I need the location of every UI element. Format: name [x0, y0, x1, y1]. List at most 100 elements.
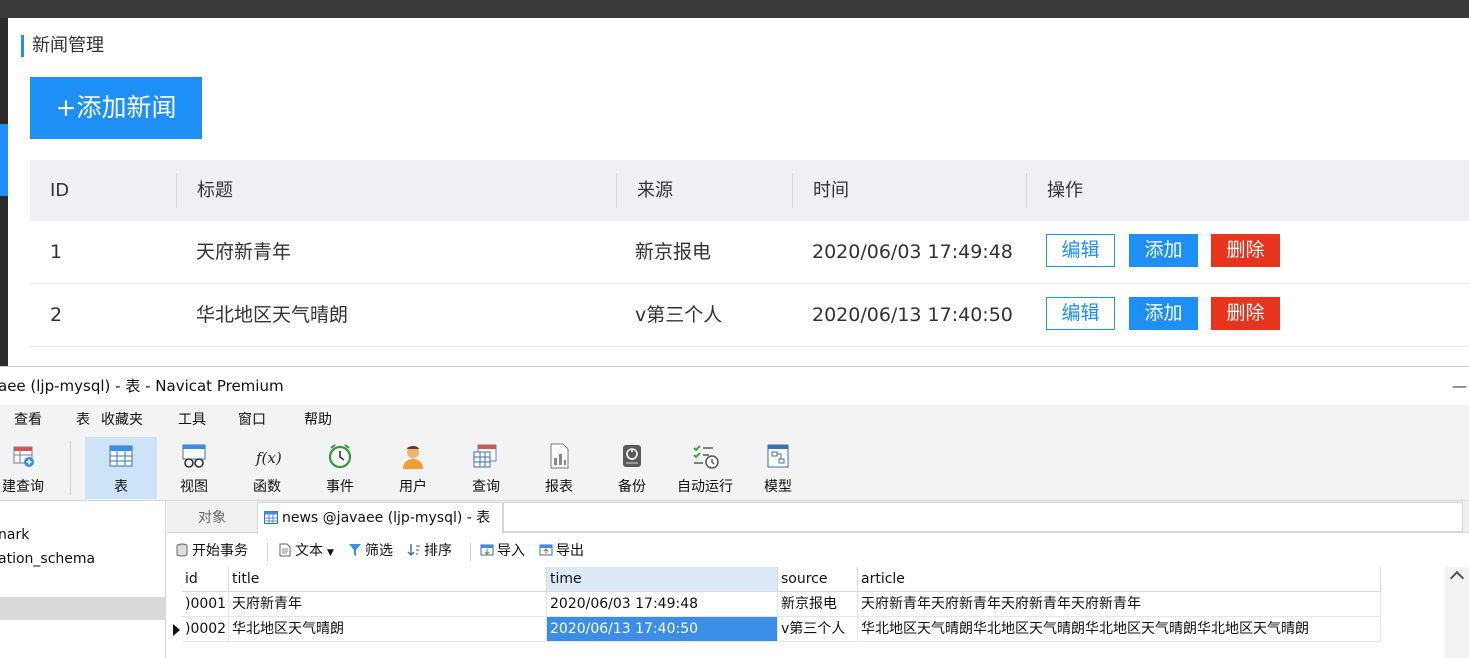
vertical-scrollbar[interactable]: [1445, 567, 1469, 658]
automation-icon: [693, 445, 719, 469]
query-label: 查询: [472, 479, 500, 495]
import-button[interactable]: 导入: [480, 537, 525, 565]
tab-objects[interactable]: 对象: [167, 503, 257, 533]
col-actions: 操作: [1047, 180, 1083, 201]
toolbar-divider: [70, 441, 71, 495]
user-button[interactable]: 用户: [377, 437, 449, 499]
cell-title: 华北地区天气晴朗: [196, 304, 349, 326]
filter-icon: [349, 544, 361, 556]
menu-tools[interactable]: 工具: [178, 405, 206, 435]
menu-window[interactable]: 窗口: [238, 405, 266, 435]
tab-news-table[interactable]: news @javaee (ljp-mysql) - 表: [257, 502, 503, 534]
menu-favorites[interactable]: 收藏夹: [101, 405, 143, 435]
event-button[interactable]: 事件: [304, 437, 376, 499]
column-divider: [176, 173, 177, 208]
add-button[interactable]: 添加: [1129, 234, 1198, 267]
grid-col-time[interactable]: time: [547, 567, 778, 592]
menu-help[interactable]: 帮助: [304, 405, 332, 435]
tree-selected-item[interactable]: [0, 597, 165, 620]
grid-cell-title[interactable]: 天府新青年: [229, 592, 547, 617]
begin-transaction-label: 开始事务: [192, 543, 248, 559]
report-icon: [550, 443, 569, 469]
delete-button[interactable]: 删除: [1211, 234, 1280, 267]
event-label: 事件: [326, 479, 354, 495]
minimize-button[interactable]: —: [1452, 367, 1467, 405]
cell-title: 天府新青年: [196, 241, 292, 263]
sidebar-active-indicator: [0, 124, 8, 196]
column-divider: [792, 173, 793, 208]
data-grid: id title time source article )0001 天府新青年…: [169, 567, 1383, 643]
window-title: aee (ljp-mysql) - 表 - Navicat Premium: [0, 377, 284, 395]
table-button[interactable]: 表: [85, 437, 157, 499]
grid-cell-time-selected[interactable]: 2020/06/13 17:40:50: [547, 617, 778, 642]
automation-label: 自动运行: [677, 479, 733, 495]
connection-tree: nark ation_schema: [0, 501, 166, 658]
view-icon: [182, 444, 206, 468]
table-icon: [109, 445, 133, 467]
grid-cell-article[interactable]: 华北地区天气晴朗华北地区天气晴朗华北地区天气晴朗华北地区天气晴朗: [858, 617, 1381, 642]
grid-cell-source[interactable]: v第三个人: [778, 617, 858, 642]
query-button[interactable]: 查询: [450, 437, 522, 499]
sort-button[interactable]: 排序: [407, 537, 452, 565]
grid-cell-id[interactable]: )0002: [182, 617, 229, 642]
edit-button[interactable]: 编辑: [1046, 297, 1115, 330]
col-source: 来源: [637, 180, 673, 201]
text-label: 文本: [295, 543, 323, 559]
table-icon: [264, 511, 278, 524]
backup-button[interactable]: 备份: [596, 437, 668, 499]
breadcrumb: 新闻管理: [21, 35, 104, 57]
grid-col-source[interactable]: source: [778, 567, 858, 592]
model-icon: [767, 444, 789, 468]
grid-cell-article[interactable]: 天府新青年天府新青年天府新青年天府新青年: [858, 592, 1381, 617]
menu-view[interactable]: 查看: [14, 405, 42, 435]
filter-button[interactable]: 筛选: [348, 537, 393, 565]
sidebar-edge: [0, 18, 8, 366]
chevron-down-icon: ▼: [327, 548, 334, 558]
menu-table[interactable]: 表: [76, 405, 90, 435]
tab-bar: 对象 news @javaee (ljp-mysql) - 表: [167, 501, 1469, 534]
new-query-button[interactable]: 建查询: [0, 437, 59, 499]
edit-button[interactable]: 编辑: [1046, 234, 1115, 267]
export-icon: [539, 544, 553, 556]
delete-button[interactable]: 删除: [1211, 297, 1280, 330]
view-button[interactable]: 视图: [158, 437, 230, 499]
grid-cell-title[interactable]: 华北地区天气晴朗: [229, 617, 547, 642]
sort-label: 排序: [424, 543, 452, 559]
column-divider: [1026, 173, 1027, 208]
grid-cell-source[interactable]: 新京报电: [778, 592, 858, 617]
sort-icon: [407, 544, 420, 556]
cell-time: 2020/06/03 17:49:48: [812, 241, 1013, 263]
scroll-up-icon[interactable]: [1449, 570, 1465, 586]
model-button[interactable]: 模型: [742, 437, 814, 499]
transaction-icon: [176, 543, 188, 557]
col-id: ID: [50, 180, 70, 201]
user-icon: [403, 446, 423, 469]
grid-col-title[interactable]: title: [229, 567, 547, 592]
add-button[interactable]: 添加: [1129, 297, 1198, 330]
grid-cell-id[interactable]: )0001: [182, 592, 229, 617]
grid-col-id[interactable]: id: [182, 567, 229, 592]
filter-label: 筛选: [365, 543, 393, 559]
text-doc-icon: [279, 543, 291, 557]
cell-id: 1: [50, 241, 63, 263]
new-query-label: 建查询: [2, 479, 44, 495]
text-button[interactable]: 文本 ▼: [278, 537, 334, 567]
tree-item-database[interactable]: ation_schema: [0, 551, 95, 567]
table-row: 1 天府新青年 新京报电 2020/06/03 17:49:48 编辑 添加 删…: [30, 221, 1469, 284]
export-label: 导出: [556, 543, 584, 559]
grid-cell-time[interactable]: 2020/06/03 17:49:48: [547, 592, 778, 617]
export-button[interactable]: 导出: [539, 537, 584, 565]
tree-item-database[interactable]: nark: [0, 527, 29, 543]
table-header: ID 标题 来源 时间 操作: [30, 160, 1469, 221]
function-button[interactable]: f(x) 函数: [231, 437, 303, 499]
function-glyph: f(x): [255, 449, 281, 467]
table-row: 2 华北地区天气晴朗 v第三个人 2020/06/13 17:40:50 编辑 …: [30, 284, 1469, 347]
report-button[interactable]: 报表: [523, 437, 595, 499]
automation-button[interactable]: 自动运行: [669, 437, 741, 499]
grid-col-article[interactable]: article: [858, 567, 1381, 592]
add-news-button[interactable]: +添加新闻: [30, 77, 202, 139]
tab-news-label: news @javaee (ljp-mysql) - 表: [282, 510, 491, 526]
begin-transaction-button[interactable]: 开始事务: [175, 537, 248, 565]
import-icon: [480, 544, 494, 556]
report-label: 报表: [545, 479, 573, 495]
